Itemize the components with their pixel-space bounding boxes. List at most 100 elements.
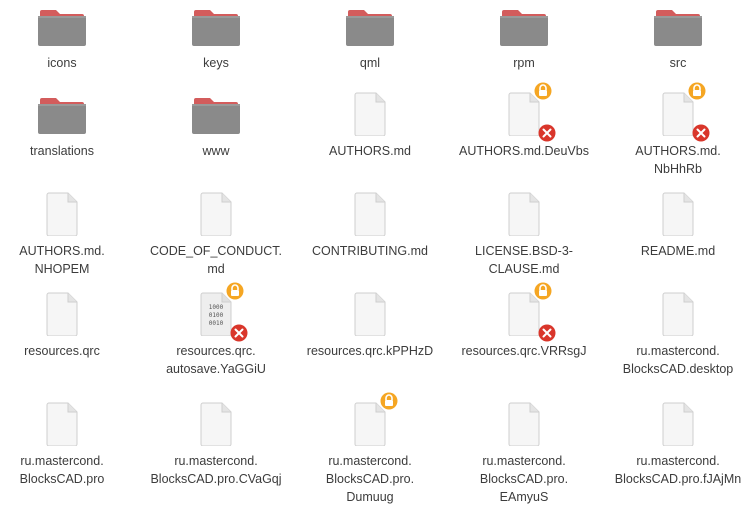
lock-icon (688, 82, 706, 100)
file-item[interactable]: resources.qrc (0, 292, 132, 360)
folder-item[interactable]: src (608, 4, 748, 72)
text-file-icon (508, 402, 540, 446)
folder-icon (500, 10, 548, 46)
item-icon (498, 82, 556, 142)
item-label: rpm (513, 56, 535, 70)
file-item[interactable]: CODE_OF_CONDUCT. md (146, 192, 286, 278)
text-file-icon (508, 192, 540, 236)
item-icon (652, 4, 704, 48)
file-item[interactable]: ru.mastercond. BlocksCAD.pro. Dumuug (300, 392, 440, 506)
item-icon (498, 282, 556, 342)
file-item[interactable]: AUTHORS.md.DeuVbs (454, 82, 594, 160)
item-icon (36, 292, 88, 336)
item-label: www (202, 144, 230, 158)
file-item[interactable]: AUTHORS.md. NbHhRb (608, 82, 748, 178)
item-icon (498, 402, 550, 446)
item-label: src (669, 56, 687, 70)
item-label: AUTHORS.md. NbHhRb (635, 144, 721, 176)
folder-item[interactable]: keys (146, 4, 286, 72)
file-item[interactable]: ru.mastercond. BlocksCAD.pro (0, 402, 132, 488)
item-icon (344, 4, 396, 48)
item-icon (498, 4, 550, 48)
file-item[interactable]: resources.qrc.VRRsgJ (454, 282, 594, 360)
item-label: AUTHORS.md. NHOPEM (19, 244, 105, 276)
item-label: keys (203, 56, 229, 70)
item-icon (652, 192, 704, 236)
file-item[interactable]: 1000 0100 0010 resources.qrc. autosave.Ya… (146, 282, 286, 378)
folder-icon (654, 10, 702, 46)
item-label: translations (30, 144, 94, 158)
item-icon (498, 192, 550, 236)
folder-item[interactable]: qml (300, 4, 440, 72)
item-icon (190, 4, 242, 48)
item-label: icons (47, 56, 77, 70)
text-file-icon (354, 92, 386, 136)
item-icon (344, 92, 396, 136)
item-icon (344, 292, 396, 336)
text-file-icon (662, 192, 694, 236)
file-item[interactable]: CONTRIBUTING.md (300, 192, 440, 260)
item-label: CODE_OF_CONDUCT. md (150, 244, 282, 276)
item-icon (652, 402, 704, 446)
unreadable-emblem-icon (692, 124, 710, 142)
svg-text:0100: 0100 (209, 312, 224, 319)
folder-item[interactable]: rpm (454, 4, 594, 72)
folder-item[interactable]: www (146, 92, 286, 160)
item-label: resources.qrc.VRRsgJ (461, 344, 587, 358)
text-file-icon (662, 292, 694, 336)
item-label: ru.mastercond. BlocksCAD.pro. Dumuug (325, 454, 415, 504)
text-file-icon (46, 402, 78, 446)
folder-item[interactable]: translations (0, 92, 132, 160)
item-label: ru.mastercond. BlocksCAD.pro.fJAjMn (614, 454, 742, 486)
svg-text:0010: 0010 (209, 320, 224, 327)
text-file-icon (200, 402, 232, 446)
file-item[interactable]: ru.mastercond. BlocksCAD.pro. EAmyuS (454, 402, 594, 506)
item-label: ru.mastercond. BlocksCAD.pro. EAmyuS (479, 454, 569, 504)
item-label: AUTHORS.md.DeuVbs (459, 144, 589, 158)
folder-icon (38, 98, 86, 134)
item-icon (36, 192, 88, 236)
item-icon (652, 82, 710, 142)
file-item[interactable]: ru.mastercond. BlocksCAD.pro.fJAjMn (608, 402, 748, 488)
item-icon (36, 402, 88, 446)
text-file-icon (662, 402, 694, 446)
lock-icon (226, 282, 244, 300)
file-item[interactable]: AUTHORS.md. NHOPEM (0, 192, 132, 278)
file-item[interactable]: AUTHORS.md (300, 92, 440, 160)
item-label: resources.qrc (24, 344, 100, 358)
file-item[interactable]: ru.mastercond. BlocksCAD.desktop (608, 292, 748, 378)
item-label: LICENSE.BSD-3- CLAUSE.md (475, 244, 573, 276)
text-file-icon (200, 192, 232, 236)
file-item[interactable]: ru.mastercond. BlocksCAD.pro.CVaGqj (146, 402, 286, 488)
folder-icon (38, 10, 86, 46)
item-icon (36, 92, 88, 136)
text-file-icon (46, 292, 78, 336)
file-item[interactable]: README.md (608, 192, 748, 260)
text-file-icon (46, 192, 78, 236)
item-icon (190, 402, 242, 446)
item-label: README.md (640, 244, 716, 258)
file-item[interactable]: LICENSE.BSD-3- CLAUSE.md (454, 192, 594, 278)
item-label: ru.mastercond. BlocksCAD.pro (19, 454, 105, 486)
item-label: ru.mastercond. BlocksCAD.desktop (622, 344, 734, 376)
item-icon (652, 292, 704, 336)
item-icon (36, 4, 88, 48)
unreadable-emblem-icon (230, 324, 248, 342)
item-label: ru.mastercond. BlocksCAD.pro.CVaGqj (150, 454, 282, 486)
item-icon (190, 92, 242, 136)
lock-icon (534, 282, 552, 300)
item-icon (344, 192, 396, 236)
lock-icon (534, 82, 552, 100)
unreadable-emblem-icon (538, 124, 556, 142)
unreadable-emblem-icon (538, 324, 556, 342)
text-file-icon (354, 292, 386, 336)
text-file-icon (354, 192, 386, 236)
item-label: resources.qrc.kPPHzD (306, 344, 434, 358)
file-grid: icons keys qml rpm src translations www … (0, 0, 750, 527)
folder-icon (192, 98, 240, 134)
folder-item[interactable]: icons (0, 4, 132, 72)
svg-text:1000: 1000 (209, 304, 224, 311)
item-label: resources.qrc. autosave.YaGGiU (166, 344, 266, 376)
file-item[interactable]: resources.qrc.kPPHzD (300, 292, 440, 360)
item-label: CONTRIBUTING.md (312, 244, 428, 258)
